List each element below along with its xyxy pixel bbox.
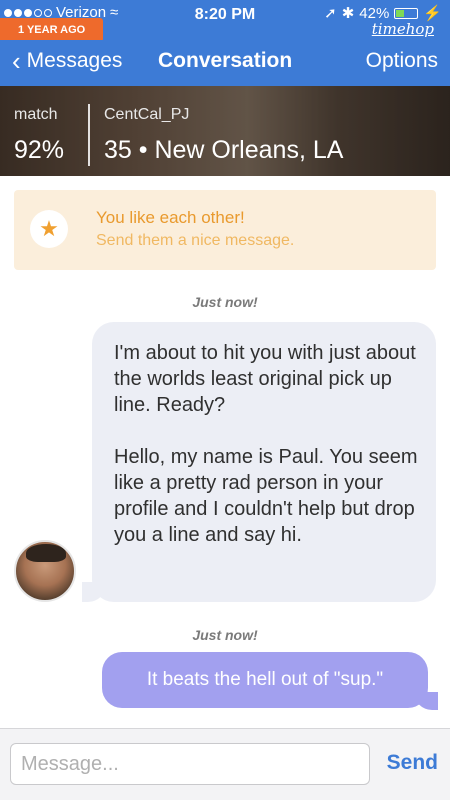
mutual-like-banner: ★ You like each other! Send them a nice … [14, 190, 436, 270]
message-timestamp: Just now! [192, 294, 258, 310]
age-location: 35 • New Orleans, LA [104, 136, 344, 164]
message-input[interactable] [10, 743, 370, 785]
back-button[interactable]: ‹ Messages [12, 48, 122, 74]
sender-avatar[interactable] [14, 540, 76, 602]
message-text: It beats the hell out of "sup." [146, 669, 384, 690]
incoming-message-bubble[interactable]: I'm about to hit you with just about the… [92, 322, 436, 602]
send-button[interactable]: Send [387, 751, 438, 775]
battery-icon [394, 7, 419, 19]
match-label: match [14, 106, 58, 123]
banner-subtitle: Send them a nice message. [96, 232, 295, 249]
profile-divider [88, 104, 90, 166]
page-title: Conversation [158, 49, 293, 72]
message-paragraph: Hello, my name is Paul. You seem like a … [114, 446, 418, 546]
location-arrow-icon: ➚ [324, 5, 337, 22]
message-timestamp: Just now! [192, 627, 258, 643]
star-icon: ★ [30, 210, 68, 248]
outgoing-message-bubble[interactable]: It beats the hell out of "sup." [102, 652, 428, 708]
banner-title: You like each other! [96, 208, 245, 227]
compose-bar: Send [0, 728, 450, 800]
back-button-label: Messages [26, 49, 123, 72]
timehop-date-badge: 1 YEAR AGO [0, 18, 104, 42]
options-button[interactable]: Options [366, 49, 438, 73]
navigation-bar: ‹ Messages Conversation Options [0, 40, 450, 86]
message-paragraph: I'm about to hit you with just about the… [114, 342, 416, 416]
timehop-logo: timehop [371, 20, 434, 38]
chevron-left-icon: ‹ [12, 46, 21, 76]
battery-percent: 42% [359, 4, 390, 22]
match-percent: 92% [14, 136, 65, 164]
username: CentCal_PJ [104, 106, 190, 123]
bluetooth-icon: ✱ [341, 5, 355, 22]
profile-header[interactable]: match 92% CentCal_PJ 35 • New Orleans, L… [0, 86, 450, 176]
